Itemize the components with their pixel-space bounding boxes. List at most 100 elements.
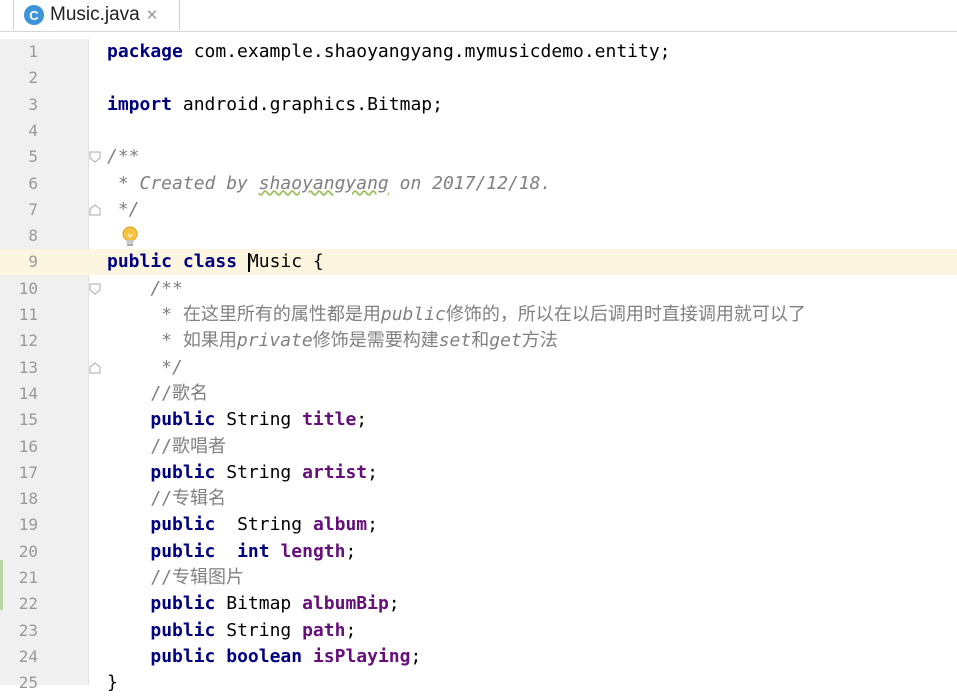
line-number: 23 [18,620,38,640]
code-line[interactable]: 23 public String path; [0,618,957,644]
line-number: 14 [18,383,38,403]
code-token: package [107,41,183,62]
code-line[interactable]: 9 public class Music { [0,249,957,276]
code-line[interactable]: 2 [0,65,957,91]
code-token: album [312,514,368,536]
code-text: public String path; [107,618,356,644]
code-token: title [302,409,357,431]
code-line[interactable]: 16 //歌唱者 [0,434,957,460]
code-token: android.graphics.Bitmap; [172,93,443,115]
line-number: 2 [28,68,38,88]
code-text: * Created by shaoyangyang on 2017/12/18. [107,171,552,197]
code-text: //专辑图片 [107,565,244,591]
lightbulb-intention-icon[interactable] [120,225,140,249]
code-line[interactable]: 15 public String title; [0,407,957,433]
code-token: String [215,409,303,431]
fold-close-icon[interactable] [89,204,101,216]
code-line[interactable]: 4 [0,118,957,144]
code-token: String [215,461,303,483]
code-token: albumBip [302,593,389,615]
code-token: public [107,251,173,273]
code-text: */ [107,197,140,223]
line-number: 3 [28,94,38,114]
code-token: isPlaying [312,645,411,667]
code-line[interactable]: 8 [0,223,957,249]
code-text: /** [107,276,183,302]
code-line[interactable]: 3 import android.graphics.Bitmap; [0,92,957,118]
line-number: 20 [18,541,38,561]
code-line[interactable]: 11 * 在这里所有的属性都是用public修饰的，所以在以后调用时直接调用就可… [0,302,957,328]
fold-open-icon[interactable] [89,151,101,163]
line-number: 4 [28,120,38,140]
code-token: shaoyangyang [258,172,389,194]
code-text: import android.graphics.Bitmap; [107,92,443,118]
java-class-icon: C [24,5,44,25]
code-token: 专辑名 [172,488,227,510]
code-token: int [237,540,270,562]
code-line[interactable]: 13 */ [0,355,957,381]
code-token: 修饰是需要构建 [312,330,439,352]
code-token: * Created by [107,172,259,194]
code-text: public String title; [107,407,367,433]
code-text: //歌唱者 [107,434,226,460]
code-token: com.example.shaoyangyang.mymusicdemo.ent… [182,41,671,62]
code-token: ; [367,514,378,536]
close-icon[interactable]: ✕ [146,6,159,24]
code-line[interactable]: 1 package com.example.shaoyangyang.mymusi… [0,39,957,65]
fold-open-icon[interactable] [89,283,101,295]
line-number: 19 [18,515,38,535]
code-text: */ [107,355,183,381]
code-line[interactable]: 5 /** [0,144,957,170]
code-line[interactable]: 20 public int length; [0,539,957,565]
code-text: public int length; [107,539,356,565]
code-token: boolean [226,645,303,667]
code-line[interactable]: 25} [0,670,957,696]
line-number: 15 [18,410,38,430]
code-token: // [107,567,173,588]
code-token: public [380,304,446,325]
code-token: // [107,435,173,457]
code-text: } [107,670,118,696]
code-text: public Bitmap albumBip; [107,591,400,617]
code-token: * [107,330,183,352]
line-number: 9 [28,252,38,272]
code-line[interactable]: 19 public String album; [0,512,957,538]
code-line[interactable]: 6 * Created by shaoyangyang on 2017/12/1… [0,171,957,197]
code-token: ; [356,409,368,431]
code-text: /** [107,144,140,170]
code-line[interactable]: 17 public String artist; [0,460,957,486]
code-text: //歌名 [107,381,208,407]
code-token: 歌唱者 [172,435,227,457]
code-token: 如果用 [182,330,237,352]
code-line[interactable]: 22 public Bitmap albumBip; [0,591,957,617]
code-token: private [236,330,313,352]
editor-tab-bar: C Music.java ✕ [0,0,957,32]
code-line[interactable]: 18 //专辑名 [0,486,957,512]
code-text: package com.example.shaoyangyang.mymusic… [107,39,671,65]
code-token: artist [302,461,368,483]
code-line[interactable]: 21 //专辑图片 [0,565,957,591]
code-token: public [150,540,216,562]
fold-close-icon[interactable] [89,361,101,374]
tab-music-java[interactable]: C Music.java ✕ [13,0,180,30]
code-token: public [150,409,216,431]
code-line[interactable]: 7 */ [0,197,957,223]
code-token: Music { [247,251,324,273]
code-token: ; [388,593,400,615]
code-line[interactable]: 24 public boolean isPlaying; [0,644,957,670]
code-line[interactable]: 10 /** [0,276,957,302]
line-number: 11 [18,305,38,324]
code-line[interactable]: 12 * 如果用private修饰是需要构建set和get方法 [0,328,957,354]
line-number: 17 [18,462,38,482]
line-number: 1 [28,42,38,61]
code-token: 修饰的，所以在以后调用时直接调用就可以了 [445,304,806,325]
code-line[interactable]: 14 //歌名 [0,381,957,407]
line-number: 6 [28,173,38,193]
